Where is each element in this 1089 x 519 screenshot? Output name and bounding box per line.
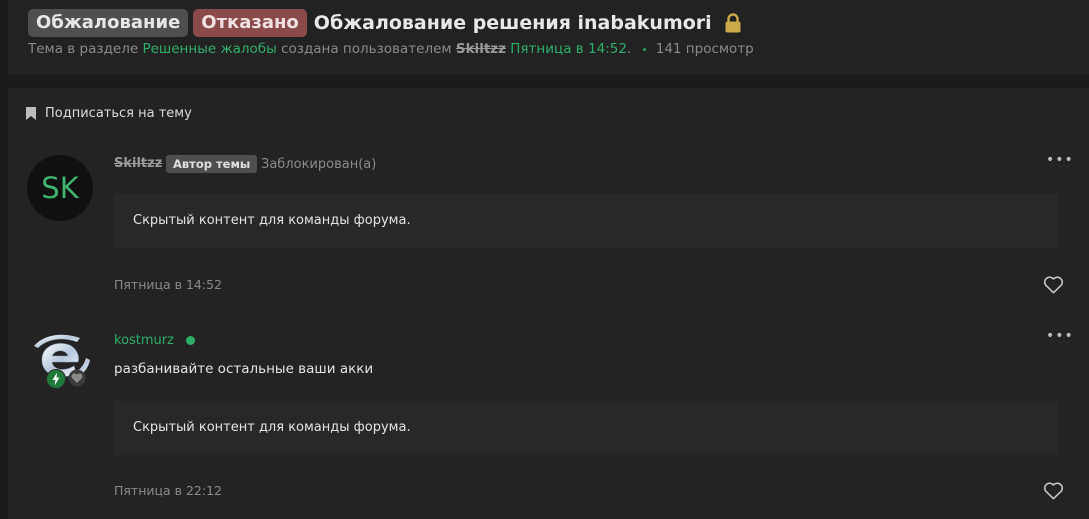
thread-date-link[interactable]: Пятница в 14:52 xyxy=(510,41,627,57)
thread-body: Подписаться на тему SK Skiltzz Автор тем… xyxy=(8,88,1089,519)
lock-icon xyxy=(724,13,742,33)
heart-badge-icon xyxy=(68,369,86,391)
lightning-badge-icon xyxy=(46,369,66,393)
meta-separator: • xyxy=(641,45,648,56)
thread-title: Обжалование решения inabakumori xyxy=(313,12,712,34)
meta-period: . xyxy=(626,41,632,57)
meta-created-by: создана пользователем xyxy=(281,41,452,57)
title-row: Обжалование Отказано Обжалование решения… xyxy=(28,9,742,37)
more-options-button[interactable]: ••• xyxy=(1046,152,1074,168)
post-author-username[interactable]: Skiltzz xyxy=(114,156,162,171)
post-date-link[interactable]: Пятница в 14:52 xyxy=(114,277,222,292)
like-heart-icon[interactable] xyxy=(1043,481,1064,504)
meta-topic-in: Тема в разделе xyxy=(28,41,139,57)
like-heart-icon[interactable] xyxy=(1043,275,1064,298)
avatar[interactable]: SK xyxy=(27,155,93,221)
blocked-status: Заблокирован(а) xyxy=(261,157,377,172)
view-count: 141 просмотр xyxy=(655,41,754,57)
thread-meta: Тема в разделе Решенные жалобы создана п… xyxy=(28,41,754,57)
post-message-text: разбанивайте остальные ваши акки xyxy=(114,361,374,377)
author-badge: Автор темы xyxy=(166,155,258,173)
prefix-appeal-badge[interactable]: Обжалование xyxy=(28,9,189,37)
hidden-content-block: Скрытый контент для команды форума. xyxy=(114,194,1058,248)
thread-author-link[interactable]: Skiltzz xyxy=(456,41,506,57)
thread-header: Обжалование Отказано Обжалование решения… xyxy=(8,0,1089,75)
prefix-status-badge[interactable]: Отказано xyxy=(193,9,307,37)
subscribe-button[interactable]: Подписаться на тему xyxy=(26,106,192,121)
bookmark-icon xyxy=(26,107,36,120)
post-author-username[interactable]: kostmurz xyxy=(114,333,174,348)
hidden-content-block: Скрытый контент для команды форума. xyxy=(114,401,1058,455)
avatar[interactable] xyxy=(30,326,94,406)
subscribe-label: Подписаться на тему xyxy=(45,106,192,121)
section-link[interactable]: Решенные жалобы xyxy=(142,41,276,57)
more-options-button[interactable]: ••• xyxy=(1046,328,1074,344)
post-date-link[interactable]: Пятница в 22:12 xyxy=(114,483,222,498)
online-status-indicator xyxy=(186,336,195,345)
